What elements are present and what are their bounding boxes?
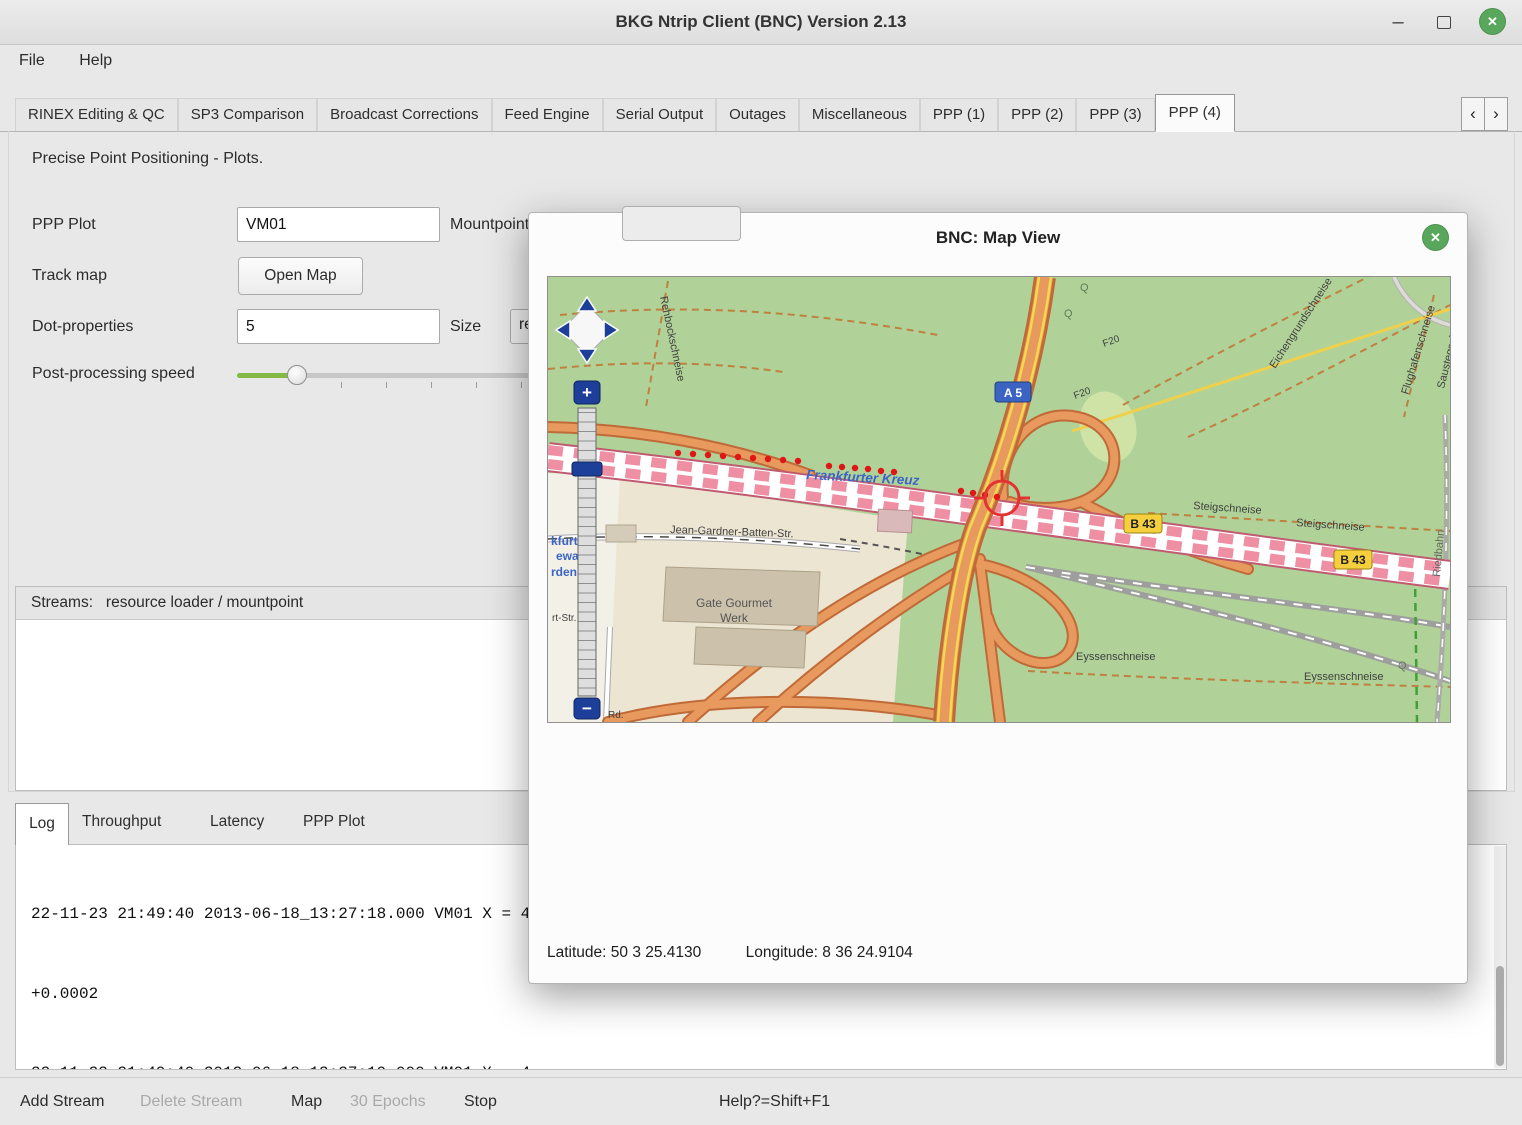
- b43-badge: B 43: [1124, 514, 1162, 533]
- map-button[interactable]: Map: [291, 1078, 322, 1125]
- svg-text:Werk: Werk: [720, 611, 749, 625]
- tab-ppp-4[interactable]: PPP (4): [1155, 94, 1235, 132]
- tab-rinex-editing[interactable]: RINEX Editing & QC: [15, 98, 178, 131]
- epochs-button: 30 Epochs: [350, 1078, 426, 1125]
- delete-stream-button: Delete Stream: [140, 1078, 242, 1125]
- svg-text:B 43: B 43: [1340, 553, 1366, 567]
- svg-text:kfurt-: kfurt-: [551, 534, 582, 548]
- post-processing-speed-slider[interactable]: [237, 364, 537, 388]
- log-line: 22-11-23 21:49:40 2013-06-18_13:27:19.00…: [31, 1060, 1506, 1070]
- tab-scroll-left-icon[interactable]: ‹: [1461, 97, 1485, 131]
- svg-text:Rd.: Rd.: [608, 710, 624, 721]
- tab-throughput[interactable]: Throughput: [82, 813, 161, 831]
- maximize-button[interactable]: [1430, 8, 1458, 36]
- a5-badge: A 5: [995, 382, 1031, 402]
- dot-properties-label: Dot-properties: [32, 318, 133, 336]
- tab-outages[interactable]: Outages: [716, 98, 799, 131]
- tab-miscellaneous[interactable]: Miscellaneous: [799, 98, 920, 131]
- svg-text:Eyssenschneise: Eyssenschneise: [1076, 651, 1156, 663]
- longitude-value: Longitude: 8 36 24.9104: [746, 944, 913, 961]
- app-window: BKG Ntrip Client (BNC) Version 2.13 – ✕ …: [0, 0, 1522, 1125]
- zoom-slider-track[interactable]: [578, 408, 596, 696]
- svg-text:Eyssenschneise: Eyssenschneise: [1304, 671, 1384, 683]
- b43-badge: B 43: [1334, 550, 1372, 569]
- tab-log[interactable]: Log: [15, 803, 69, 845]
- menu-help[interactable]: Help: [64, 45, 127, 77]
- svg-text:Q: Q: [1080, 282, 1089, 294]
- page-description: Precise Point Positioning - Plots.: [32, 150, 263, 168]
- dialog-close-icon: ✕: [1430, 230, 1441, 245]
- tab-feed-engine[interactable]: Feed Engine: [492, 98, 603, 131]
- menu-file[interactable]: File: [4, 45, 60, 77]
- tab-latency[interactable]: Latency: [210, 813, 264, 831]
- zoom-in-icon: +: [582, 383, 592, 402]
- size-label: Size: [450, 318, 481, 336]
- log-scrollbar-thumb[interactable]: [1496, 966, 1504, 1066]
- slider-thumb[interactable]: [287, 365, 307, 385]
- ppp-plot-input[interactable]: [237, 207, 440, 242]
- svg-text:rt-Str.: rt-Str.: [552, 613, 576, 624]
- map-view-dialog: BNC: Map View ✕: [528, 212, 1468, 984]
- log-scrollbar[interactable]: [1494, 846, 1506, 1068]
- svg-text:A 5: A 5: [1004, 386, 1023, 400]
- add-stream-button[interactable]: Add Stream: [20, 1078, 104, 1125]
- tab-serial-output[interactable]: Serial Output: [603, 98, 717, 131]
- maximize-icon: [1437, 16, 1451, 29]
- stop-button[interactable]: Stop: [464, 1078, 497, 1125]
- svg-text:B 43: B 43: [1130, 517, 1156, 531]
- tab-ppp-plot[interactable]: PPP Plot: [303, 813, 365, 831]
- dot-properties-input[interactable]: [237, 309, 440, 344]
- coordinates-readout: Latitude: 50 3 25.4130 Longitude: 8 36 2…: [547, 944, 913, 962]
- svg-text:Q: Q: [1398, 660, 1407, 672]
- track-map-label: Track map: [32, 267, 107, 285]
- dialog-close-button[interactable]: ✕: [1422, 224, 1449, 251]
- tab-ppp-1[interactable]: PPP (1): [920, 98, 998, 131]
- log-line-cont: +0.0002: [31, 981, 1506, 1008]
- minimize-button[interactable]: –: [1384, 8, 1412, 36]
- tab-broadcast-corrections[interactable]: Broadcast Corrections: [317, 98, 491, 131]
- window-titlebar[interactable]: BKG Ntrip Client (BNC) Version 2.13 – ✕: [0, 0, 1522, 45]
- close-button[interactable]: ✕: [1479, 8, 1506, 35]
- menubar: File Help: [0, 45, 1522, 81]
- bottom-toolbar: Add Stream Delete Stream Map 30 Epochs S…: [0, 1077, 1522, 1125]
- close-icon: ✕: [1487, 14, 1498, 29]
- zoom-slider-thumb[interactable]: [572, 462, 602, 476]
- tab-ppp-3[interactable]: PPP (3): [1076, 98, 1154, 131]
- main-tabbar: RINEX Editing & QC SP3 Comparison Broadc…: [0, 94, 1522, 132]
- help-hint: Help?=Shift+F1: [719, 1078, 830, 1125]
- minimize-icon: –: [1392, 11, 1403, 33]
- window-title: BKG Ntrip Client (BNC) Version 2.13: [0, 0, 1522, 44]
- mountpoint-label: Mountpoint: [450, 216, 529, 234]
- zoom-out-icon: −: [582, 699, 592, 718]
- svg-text:Q: Q: [1064, 308, 1073, 320]
- latitude-value: Latitude: 50 3 25.4130: [547, 944, 701, 961]
- map-canvas[interactable]: Jean-Gardner-Batten-Str. Gate Gourmet We…: [548, 277, 1450, 722]
- map-canvas-frame: Jean-Gardner-Batten-Str. Gate Gourmet We…: [547, 276, 1451, 723]
- open-map-button[interactable]: Open Map: [238, 257, 363, 295]
- post-processing-label: Post-processing speed: [32, 365, 195, 383]
- tab-scroll-right-icon[interactable]: ›: [1485, 97, 1508, 131]
- tab-sp3-comparison[interactable]: SP3 Comparison: [178, 98, 317, 131]
- tab-ppp-2[interactable]: PPP (2): [998, 98, 1076, 131]
- ppp-plot-label: PPP Plot: [32, 216, 96, 234]
- mountpoint-combo[interactable]: [622, 206, 741, 241]
- svg-text:Gate Gourmet: Gate Gourmet: [696, 596, 773, 610]
